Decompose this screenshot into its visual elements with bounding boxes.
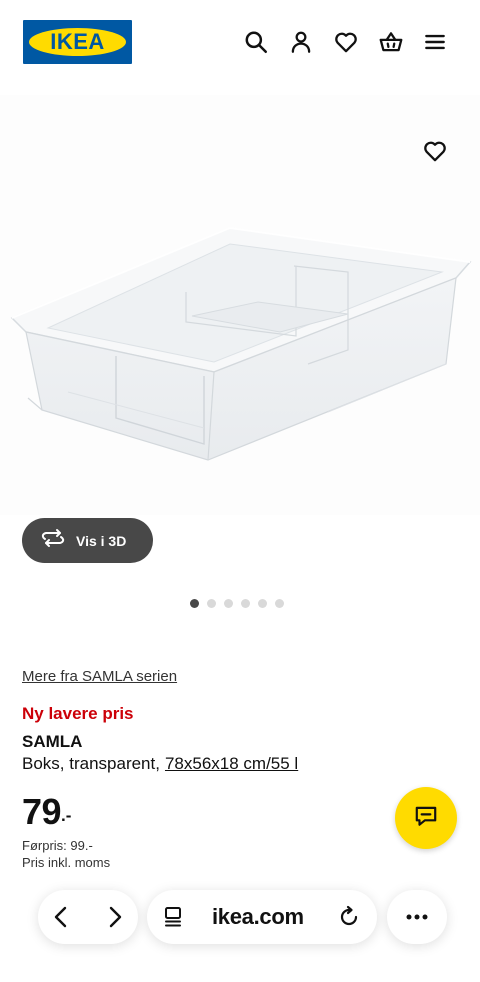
- product-image-storage-box: [10, 226, 472, 461]
- carousel-dot-4[interactable]: [241, 599, 250, 608]
- tabs-icon[interactable]: [162, 905, 186, 929]
- carousel-dot-5[interactable]: [258, 599, 267, 608]
- browser-more-pill[interactable]: [387, 890, 447, 944]
- menu-icon[interactable]: [422, 29, 448, 55]
- browser-url-pill[interactable]: ikea.com: [147, 890, 377, 944]
- product-description: Boks, transparent, 78x56x18 cm/55 l: [22, 754, 298, 774]
- product-dimensions-link[interactable]: 78x56x18 cm/55 l: [165, 754, 298, 773]
- chat-icon: [413, 803, 439, 834]
- basket-icon[interactable]: [378, 29, 404, 55]
- favorite-heart-icon[interactable]: [422, 138, 448, 164]
- price-value: 79: [22, 791, 62, 832]
- view-3d-button[interactable]: Vis i 3D: [22, 518, 153, 563]
- site-header: IKEA: [0, 0, 480, 84]
- chat-button[interactable]: [395, 787, 457, 849]
- forward-chevron-icon[interactable]: [102, 905, 126, 929]
- vat-note: Pris inkl. moms: [22, 855, 111, 870]
- user-icon[interactable]: [288, 29, 314, 55]
- carousel-dot-2[interactable]: [207, 599, 216, 608]
- price-suffix: .-: [61, 806, 72, 825]
- search-icon[interactable]: [243, 29, 269, 55]
- browser-toolbar: ikea.com: [0, 880, 480, 982]
- back-chevron-icon[interactable]: [50, 905, 74, 929]
- ikea-logo[interactable]: IKEA: [23, 20, 132, 64]
- logo-oval: IKEA: [29, 28, 126, 56]
- url-text: ikea.com: [212, 904, 304, 929]
- browser-nav-pill: [38, 890, 138, 944]
- carousel-dots: [190, 599, 284, 609]
- product-description-text: Boks, transparent,: [22, 754, 160, 773]
- price: 79 .-: [22, 790, 71, 834]
- series-link[interactable]: Mere fra SAMLA serien: [22, 668, 177, 685]
- reload-icon[interactable]: [337, 905, 361, 929]
- rotate-3d-icon: [40, 527, 66, 554]
- logo-text: IKEA: [50, 29, 105, 54]
- carousel-dot-6[interactable]: [275, 599, 284, 608]
- carousel-dot-3[interactable]: [224, 599, 233, 608]
- promo-label: Ny lavere pris: [22, 704, 134, 723]
- product-name: SAMLA: [22, 732, 83, 751]
- view-3d-label: Vis i 3D: [76, 532, 127, 549]
- more-dots-icon[interactable]: [405, 905, 429, 929]
- carousel-dot-1[interactable]: [190, 599, 199, 608]
- heart-icon[interactable]: [333, 29, 359, 55]
- previous-price: Førpris: 99.-: [22, 838, 93, 853]
